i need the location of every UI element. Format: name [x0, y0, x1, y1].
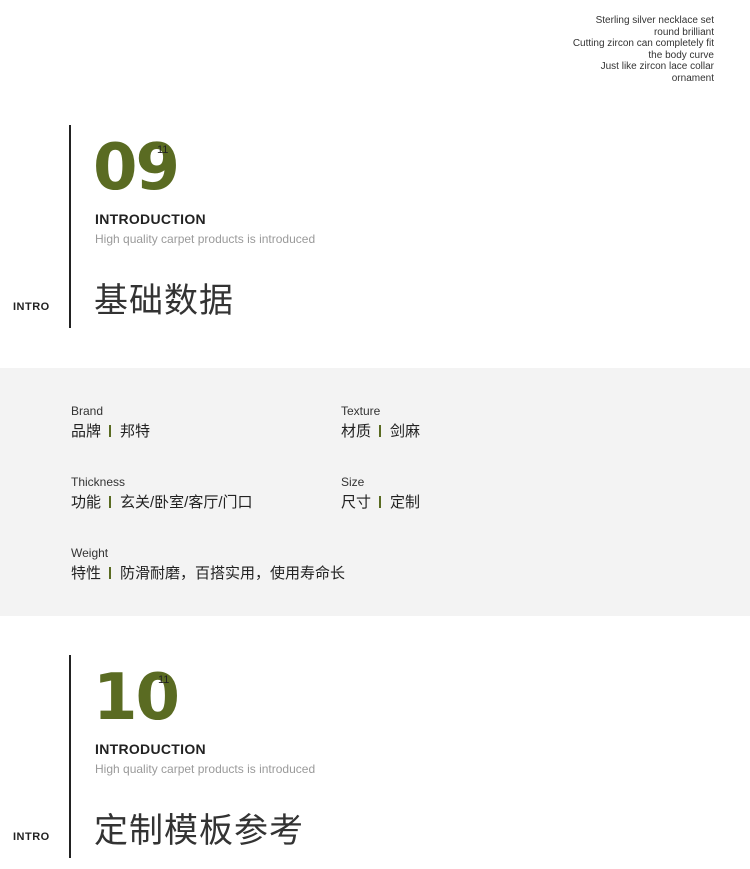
intro-title: INTRODUCTION	[95, 211, 206, 227]
spec-separator	[379, 425, 382, 437]
section-heading: 基础数据	[94, 281, 234, 321]
intro-section-10: 10 11 INTRODUCTION High quality carpet p…	[0, 655, 750, 858]
tagline-line: Sterling silver necklace set	[595, 15, 714, 26]
section-heading: 定制模板参考	[94, 811, 304, 851]
spec-key: 品牌	[71, 423, 102, 440]
spec-value: 材质 剑麻	[341, 422, 661, 442]
spec-separator	[109, 496, 112, 508]
intro-subtitle: High quality carpet products is introduc…	[95, 232, 316, 246]
spec-key: 功能	[71, 494, 102, 511]
spec-separator	[109, 425, 112, 437]
spec-value: 特性 防滑耐磨，百搭实用，使用寿命长	[71, 564, 571, 584]
tagline-line: ornament	[671, 72, 714, 84]
tagline-line: Cutting zircon can completely fit	[572, 38, 714, 50]
side-label: INTRO	[13, 301, 50, 313]
spec-key: 尺寸	[341, 494, 372, 511]
spec-text: 定制	[390, 494, 421, 511]
vertical-divider	[69, 125, 71, 328]
section-superscript: 11	[157, 144, 169, 156]
tagline-line: round brilliant	[653, 26, 714, 38]
intro-subtitle: High quality carpet products is introduc…	[95, 762, 316, 776]
spec-text: 邦特	[120, 423, 151, 440]
spec-separator	[109, 567, 112, 579]
spec-texture: Texture 材质 剑麻	[341, 404, 661, 442]
tagline: Sterling silver necklace set round brill…	[474, 15, 714, 85]
spec-text: 玄关/卧室/客厅/门口	[120, 494, 253, 511]
vertical-divider	[69, 655, 71, 858]
tagline-line: Just like zircon lace collar	[600, 61, 714, 73]
tagline-line: the body curve	[648, 49, 714, 61]
spec-weight: Weight 特性 防滑耐磨，百搭实用，使用寿命长	[71, 546, 571, 584]
spec-key: 特性	[71, 565, 102, 582]
side-label: INTRO	[13, 831, 50, 843]
spec-text: 防滑耐磨，百搭实用，使用寿命长	[120, 565, 346, 582]
spec-panel: Brand 品牌 邦特 Texture 材质 剑麻 Thickness 功能 玄关/卧…	[0, 368, 750, 616]
spec-separator	[379, 496, 382, 508]
spec-size: Size 尺寸 定制	[341, 475, 661, 513]
intro-section-09: 09 11 INTRODUCTION High quality carpet p…	[0, 125, 750, 328]
spec-label: Size	[341, 475, 365, 489]
intro-title: INTRODUCTION	[95, 741, 206, 757]
spec-label: Texture	[341, 404, 381, 418]
spec-value: 尺寸 定制	[341, 493, 661, 513]
section-superscript: 11	[158, 674, 170, 686]
spec-key: 材质	[341, 423, 372, 440]
spec-text: 剑麻	[390, 423, 421, 440]
spec-label: Weight	[71, 546, 109, 560]
